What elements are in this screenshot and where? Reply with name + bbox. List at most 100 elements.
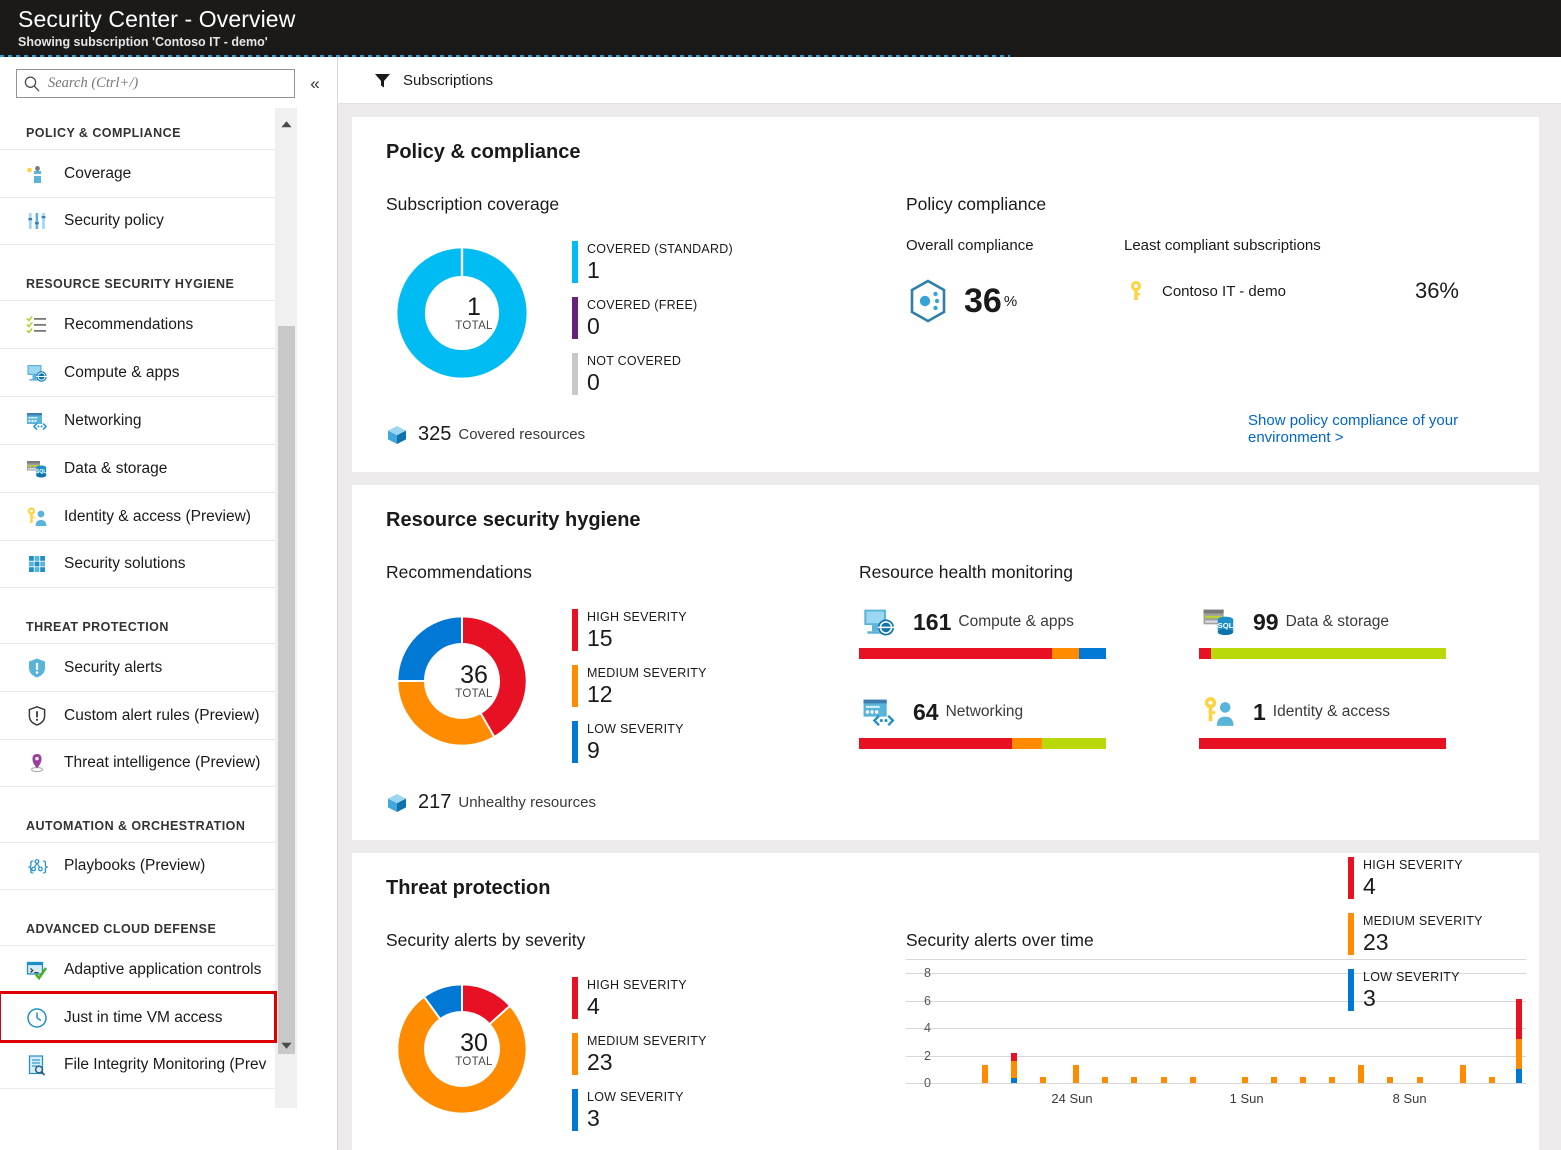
legend-color-swatch	[1348, 913, 1354, 955]
least-compliant-label: Least compliant subscriptions	[1124, 237, 1321, 254]
sidebar-item-label: Adaptive application controls	[64, 960, 262, 978]
sidebar-item-identity-access-preview[interactable]: Identity & access (Preview)	[0, 492, 275, 540]
chart-bar[interactable]	[1131, 1076, 1138, 1083]
resource-health-cell-networking[interactable]: 64 Networking	[859, 695, 1152, 749]
resource-health-label: Networking	[945, 703, 1024, 720]
chart-bar[interactable]	[1515, 999, 1522, 1083]
sidebar-item-file-integrity-monitoring-prev[interactable]: File Integrity Monitoring (Prev	[0, 1041, 275, 1089]
security-policy-icon	[26, 210, 48, 232]
chart-bar-segment-medium	[1102, 1076, 1109, 1083]
resource-health-bar	[859, 648, 1106, 659]
chart-bar[interactable]	[1102, 1076, 1109, 1083]
scrollbar-thumb[interactable]	[278, 326, 295, 1054]
chart-bar[interactable]	[1073, 1065, 1080, 1083]
recommendations-icon	[26, 314, 48, 336]
legend-item: HIGH SEVERITY 15	[572, 609, 707, 651]
legend-label: HIGH SEVERITY	[1363, 858, 1463, 872]
chart-bar[interactable]	[1300, 1076, 1307, 1083]
chart-bar-segment-medium	[1131, 1076, 1138, 1083]
security-solutions-icon	[26, 553, 48, 575]
resource-health-label: Compute & apps	[958, 613, 1074, 630]
subscriptions-filter-label[interactable]: Subscriptions	[403, 72, 493, 89]
chart-bar[interactable]	[1489, 1076, 1496, 1083]
chart-bar[interactable]	[1010, 1053, 1017, 1083]
least-compliant-row[interactable]: Contoso IT - demo 36%	[1124, 278, 1539, 304]
collapse-sidebar-button[interactable]: «	[301, 70, 329, 98]
chart-bar-segment-medium	[1515, 1039, 1522, 1070]
sidebar-item-threat-intelligence-preview[interactable]: Threat intelligence (Preview)	[0, 739, 275, 787]
recommendations-panel: Recommendations 36 TOTAL HIGH SEVERITY 15…	[386, 562, 859, 814]
chart-bar-segment-high	[1010, 1053, 1017, 1061]
playbooks-icon: {}	[26, 855, 50, 877]
unhealthy-resources-label: Unhealthy resources	[458, 794, 596, 811]
chart-bar[interactable]	[1040, 1076, 1047, 1083]
identity-access-icon	[1199, 695, 1239, 729]
policy-compliance-heading: Policy & compliance	[386, 141, 581, 163]
sidebar-item-just-in-time-vm-access[interactable]: Just in time VM access	[0, 991, 277, 1043]
sidebar-item-label: Compute & apps	[64, 363, 180, 381]
chart-bar[interactable]	[1416, 1076, 1423, 1083]
chart-bar[interactable]	[1241, 1076, 1248, 1083]
cube-icon	[386, 792, 408, 814]
sidebar-item-networking[interactable]: Networking	[0, 396, 275, 444]
sidebar-scrollbar[interactable]	[275, 108, 297, 1108]
chart-bar-segment-medium	[1040, 1076, 1047, 1083]
resource-health-cell-identity-access[interactable]: 1 Identity & access	[1199, 695, 1492, 749]
sidebar-item-label: Networking	[64, 411, 142, 429]
sidebar-item-security-policy[interactable]: Security policy	[0, 197, 275, 245]
legend-item: COVERED (FREE) 0	[572, 297, 733, 339]
sidebar-item-custom-alert-rules-preview[interactable]: Custom alert rules (Preview)	[0, 691, 275, 739]
chart-x-axis: 24 Sun 1 Sun 8 Sun	[944, 1091, 1526, 1111]
sidebar-item-security-solutions[interactable]: Security solutions	[0, 540, 275, 588]
sidebar-item-recommendations[interactable]: Recommendations	[0, 300, 275, 348]
legend-item: LOW SEVERITY 3	[572, 1089, 707, 1131]
legend-value: 4	[587, 993, 600, 1019]
legend-label: LOW SEVERITY	[587, 1090, 684, 1104]
resource-health-cell-compute-apps[interactable]: 161 Compute & apps	[859, 605, 1152, 659]
chart-bar-segment-high	[1515, 999, 1522, 1039]
chart-bar-segment-medium	[1073, 1065, 1080, 1083]
sidebar-nav-list: POLICY & COMPLIANCE Coverage Security poli…	[0, 108, 277, 1089]
custom-alert-rules-icon	[26, 705, 48, 727]
resource-health-cell-data-storage[interactable]: SQL 99 Data & storage	[1199, 605, 1492, 659]
resource-health-monitoring-title: Resource health monitoring	[859, 562, 1074, 582]
health-bar-segment	[1199, 648, 1212, 659]
search-box[interactable]	[16, 69, 295, 98]
sidebar-item-coverage[interactable]: Coverage	[0, 149, 275, 197]
legend-item: MEDIUM SEVERITY 23	[572, 1033, 707, 1075]
sidebar-item-data-storage[interactable]: SQL Data & storage	[0, 444, 275, 492]
chart-bar[interactable]	[1271, 1076, 1278, 1083]
show-policy-compliance-link[interactable]: Show policy compliance of your environme…	[1248, 412, 1539, 446]
chart-bar[interactable]	[1189, 1076, 1196, 1083]
data-storage-icon: SQL	[26, 458, 48, 480]
search-input[interactable]	[46, 74, 288, 93]
sidebar-item-label: Data & storage	[64, 459, 168, 477]
alerts-by-severity-donut[interactable]: 30 TOTAL	[386, 973, 562, 1125]
legend-label: COVERED (STANDARD)	[587, 242, 733, 256]
chart-bar[interactable]	[1160, 1076, 1167, 1083]
chart-bar[interactable]	[981, 1065, 988, 1083]
chart-bar[interactable]	[1387, 1076, 1394, 1083]
sidebar-item-adaptive-application-controls[interactable]: Adaptive application controls	[0, 945, 275, 993]
chart-bar[interactable]	[1329, 1076, 1336, 1083]
security-alerts-icon	[26, 657, 48, 679]
resource-health-header: 161 Compute & apps	[859, 605, 1152, 639]
networking-icon	[859, 695, 899, 729]
recommendations-donut[interactable]: 36 TOTAL	[386, 605, 562, 757]
sidebar-item-playbooks-preview[interactable]: {} Playbooks (Preview)	[0, 842, 275, 890]
scroll-up-arrow[interactable]	[275, 113, 297, 135]
subscription-coverage-donut[interactable]: 1 TOTAL	[386, 237, 562, 389]
identity-access-icon	[26, 506, 48, 528]
sidebar-item-label: File Integrity Monitoring (Prev	[64, 1056, 267, 1073]
legend-item: HIGH SEVERITY 4	[572, 977, 707, 1019]
sidebar-item-security-alerts[interactable]: Security alerts	[0, 643, 275, 691]
scroll-down-arrow[interactable]	[275, 1034, 297, 1056]
legend-item: COVERED (STANDARD) 1	[572, 241, 733, 283]
chart-bar[interactable]	[1460, 1065, 1467, 1083]
health-bar-segment	[1051, 648, 1079, 659]
legend-value: 23	[1363, 929, 1389, 955]
chart-bar-segment-medium	[1010, 1061, 1017, 1079]
chart-bar[interactable]	[1358, 1065, 1365, 1083]
sidebar-item-compute-apps[interactable]: Compute & apps	[0, 348, 275, 396]
alerts-by-severity-legend: HIGH SEVERITY 4 MEDIUM SEVERITY 23 LOW SEVER…	[572, 973, 707, 1145]
